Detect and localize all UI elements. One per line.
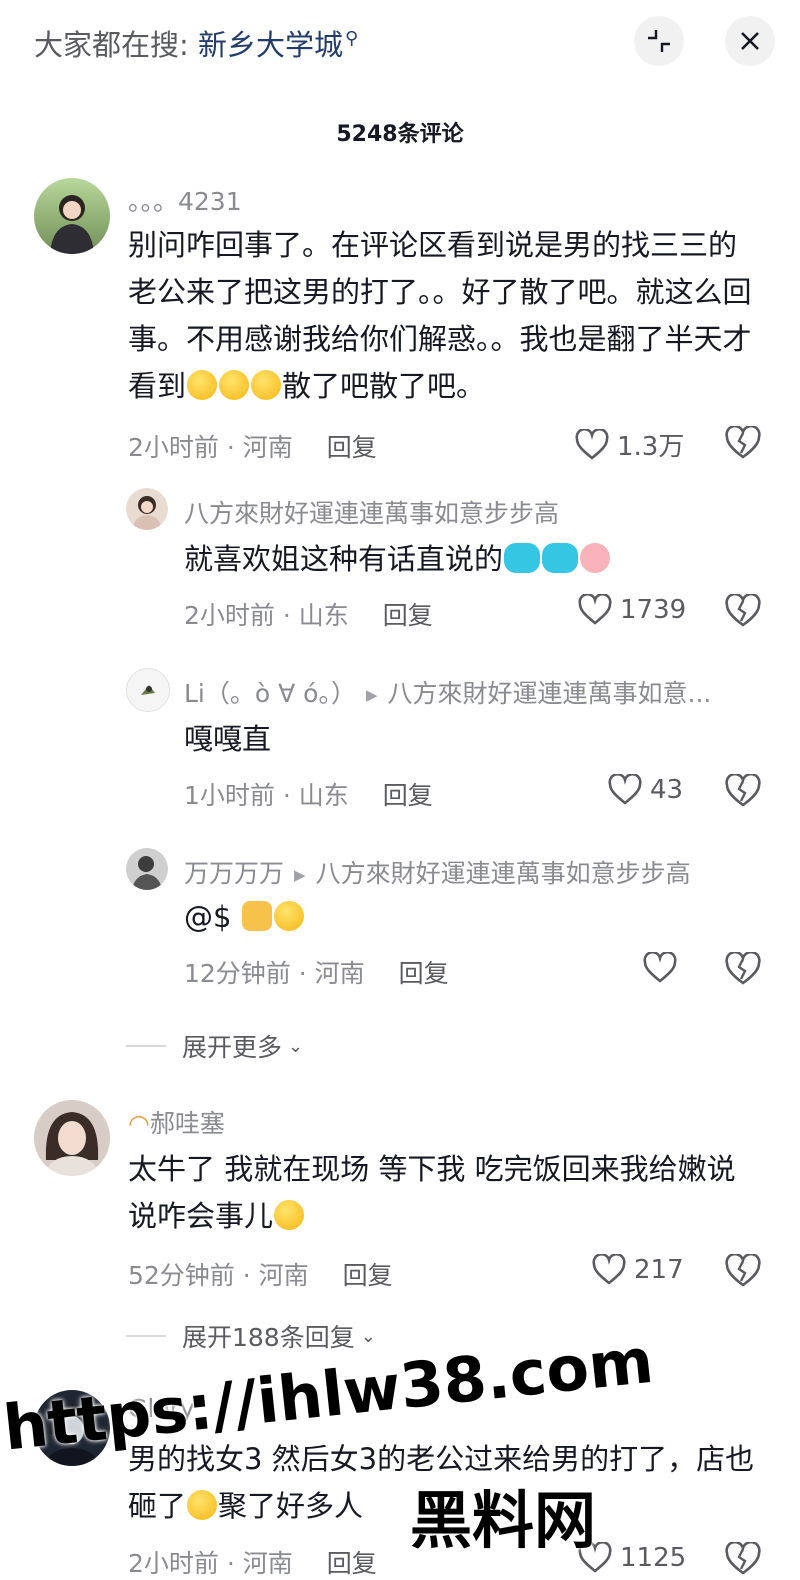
reply-text: 嘎嘎直 (184, 722, 272, 756)
reply-button[interactable]: 回复 (343, 1261, 393, 1290)
chevron-down-icon: ⌄ (360, 1325, 376, 1347)
reply-button[interactable]: 回复 (383, 601, 433, 630)
like-button[interactable]: 1739 (578, 594, 686, 626)
reply-text: 就喜欢姐这种有话直说的 (184, 536, 744, 583)
like-count: 217 (634, 1255, 684, 1285)
like-count: 43 (650, 775, 684, 805)
comment-meta: 2小时前 · 河南 回复 (128, 433, 377, 462)
like-button[interactable]: 217 (592, 1254, 684, 1286)
comment-text: 太牛了 我就在现场 等下我 吃完饭回来我给嫩说说咋会事儿 (128, 1152, 736, 1233)
avatar[interactable] (34, 1390, 110, 1466)
close-icon (741, 32, 759, 50)
comment-username[interactable]: 。。。4231 (128, 182, 242, 218)
reply-button[interactable]: 回复 (383, 781, 433, 810)
pig-emoji (580, 543, 611, 573)
heart-icon (592, 1254, 626, 1285)
heart-icon (575, 428, 609, 460)
avatar[interactable] (126, 488, 168, 530)
reply-meta: 12分钟前 · 河南 回复 (184, 959, 449, 988)
comment-username[interactable]: ◠郝哇塞 (128, 1104, 225, 1140)
reply-meta: 1小时前 · 山东 回复 (184, 781, 433, 810)
like-count: 1125 (620, 1543, 687, 1573)
heart-icon (643, 952, 677, 983)
like-button[interactable]: 43 (608, 774, 683, 806)
comment-text: 男的找女3 然后女3的老公过来给男的打了，店也砸了 聚了好多人 (128, 1442, 755, 1523)
reply-arrow-icon: ▶ (294, 866, 306, 884)
minimize-icon (648, 30, 670, 52)
rainbow-icon: ◠ (128, 1109, 150, 1138)
comment-count-title: 5248条评论 (336, 122, 464, 147)
like-button[interactable] (643, 952, 685, 984)
laugh-emoji (187, 370, 218, 400)
like-count: 1739 (620, 595, 687, 625)
cry-laugh-emoji (273, 901, 304, 931)
reply-text: @$ (184, 894, 305, 941)
heart-icon (578, 594, 612, 625)
divider (126, 1335, 166, 1337)
grin-emoji (274, 1200, 305, 1230)
expand-replies-button[interactable]: 展开188条回复 ⌄ (126, 1318, 376, 1354)
minimize-button[interactable] (634, 16, 684, 66)
dislike-icon[interactable] (725, 594, 761, 628)
dislike-icon[interactable] (725, 426, 761, 460)
comment-username[interactable]: Glory (128, 1394, 195, 1423)
trending-search-keyword[interactable]: 新乡大学城 ⚲ (198, 28, 358, 62)
chevron-down-icon: ⌄ (288, 1035, 304, 1057)
laugh-emoji (219, 370, 250, 400)
expand-more-button[interactable]: 展开更多 ⌄ (126, 1028, 303, 1064)
reply-username[interactable]: 八方來財好運連連萬事如意步步高 (184, 494, 559, 530)
dislike-icon[interactable] (725, 1542, 761, 1576)
reply-username[interactable]: Li（。ò ∀ ó。） ▶ 八方來財好運連連萬事如意... (184, 674, 711, 710)
search-icon: ⚲ (345, 28, 359, 50)
avatar[interactable] (34, 1100, 110, 1176)
divider (126, 1045, 166, 1047)
smile-emoji (504, 543, 541, 573)
dislike-icon[interactable] (725, 774, 761, 808)
dislike-icon[interactable] (725, 1254, 761, 1288)
heart-icon (578, 1542, 612, 1573)
thumbs-up-emoji (241, 901, 272, 931)
reply-username[interactable]: 万万万万 ▶ 八方來財好運連連萬事如意步步高 (184, 854, 691, 890)
like-button[interactable]: 1.3万 (575, 426, 684, 463)
top-bar: 大家都在搜: 新乡大学城 ⚲ (0, 0, 800, 84)
like-button[interactable]: 1125 (578, 1542, 686, 1574)
heart-icon (608, 774, 642, 805)
reply-button[interactable]: 回复 (399, 959, 449, 988)
avatar[interactable] (126, 848, 168, 890)
laugh-emoji (187, 1490, 218, 1520)
avatar[interactable] (34, 178, 110, 254)
dislike-icon[interactable] (725, 952, 761, 986)
trending-search-prefix: 大家都在搜: (34, 28, 189, 62)
great-emoji (542, 543, 579, 573)
close-button[interactable] (725, 16, 775, 66)
laugh-emoji (251, 370, 282, 400)
reply-arrow-icon: ▶ (365, 686, 378, 704)
comment-meta: 52分钟前 · 河南 回复 (128, 1261, 393, 1290)
reply-button[interactable]: 回复 (327, 433, 377, 462)
avatar[interactable] (126, 668, 170, 712)
like-count: 1.3万 (617, 432, 685, 462)
comment-meta: 2小时前 · 河南 回复 (128, 1549, 377, 1578)
reply-meta: 2小时前 · 山东 回复 (184, 601, 433, 630)
comment-text: 别问咋回事了。在评论区看到说是男的找三三的老公来了把这男的打了。。好了散了吧。就… (128, 228, 752, 403)
trending-search[interactable]: 大家都在搜: 新乡大学城 ⚲ (34, 22, 358, 64)
